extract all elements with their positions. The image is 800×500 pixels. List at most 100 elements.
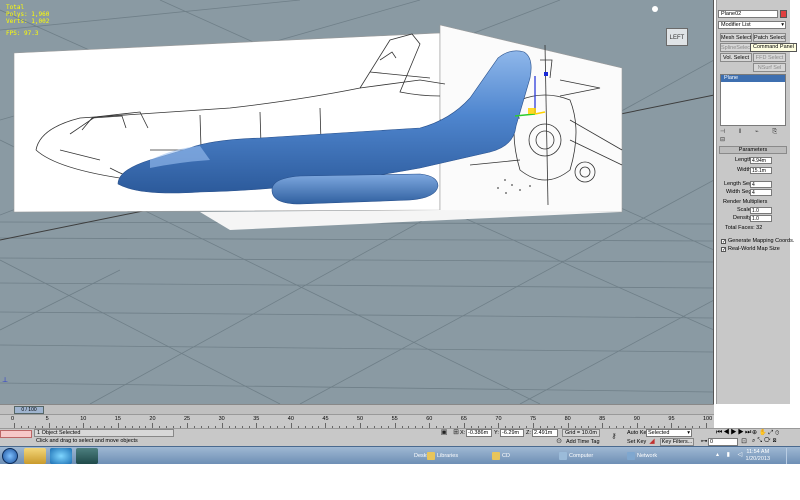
viewport-navigation-controls[interactable]: ⊕✋⤢⊙ ⌕⤡⟳⊠ <box>752 429 798 446</box>
modifier-list-label: Modifier List <box>721 22 751 28</box>
default-in-out-tangent-icon[interactable]: ◢ <box>648 438 656 446</box>
explorer-taskbar-button[interactable] <box>24 448 46 464</box>
real-world-map-checkbox[interactable]: ✓ <box>721 247 726 253</box>
track-tick-label: 40 <box>287 416 294 422</box>
spline-select-button[interactable]: SplineSelect <box>720 43 752 52</box>
track-tick-label: 20 <box>149 416 156 422</box>
track-tick-label: 10 <box>80 416 87 422</box>
ffd-select-button[interactable]: FFD Select <box>753 53 786 62</box>
toolbar-cd[interactable]: CD <box>490 449 510 463</box>
3dsmax-taskbar-button[interactable] <box>76 448 98 464</box>
lock-icon[interactable]: ▣ <box>440 429 448 437</box>
track-tick-label: 60 <box>426 416 433 422</box>
toolbar-computer[interactable]: Computer <box>557 449 593 463</box>
absolute-mode-icon[interactable]: ⊞ <box>452 429 460 437</box>
track-tick-label: 75 <box>530 416 537 422</box>
density-spinner[interactable]: 1.0 <box>750 215 772 222</box>
track-tick-label: 95 <box>668 416 675 422</box>
perspective-viewport[interactable]: Total Polys: 1,960 Verts: 1,002 FPS: 97.… <box>0 0 714 404</box>
viewport-scene[interactable] <box>0 0 714 404</box>
modifier-stack[interactable]: Plane <box>720 74 786 126</box>
track-tick-label: 5 <box>45 416 49 422</box>
object-color-swatch[interactable] <box>780 10 787 18</box>
track-tick-label: 15 <box>114 416 121 422</box>
toolbar-network[interactable]: Network <box>625 449 657 463</box>
system-clock[interactable]: 11:54 AM 1/20/2013 <box>746 449 770 463</box>
clock-date: 1/20/2013 <box>745 456 770 462</box>
render-multipliers-label: Render Multipliers <box>723 199 768 205</box>
mesh-select-button[interactable]: Mesh Select <box>720 33 752 42</box>
home-icon[interactable] <box>652 6 658 12</box>
vol-select-button[interactable]: Vol. Select <box>720 53 752 62</box>
time-tag-icon[interactable]: ⊙ <box>555 438 563 446</box>
key-icon[interactable]: ⚷ <box>610 433 618 441</box>
length-segs-spinner[interactable]: 4 <box>750 181 772 188</box>
time-slider-thumb[interactable]: 0 / 100 <box>14 406 44 414</box>
track-tick-label: 85 <box>599 416 606 422</box>
total-faces-readout: Total Faces: 32 <box>725 225 763 231</box>
track-tick-label: 90 <box>633 416 640 422</box>
viewport-stat-line: Polys: 1,960 <box>6 11 50 18</box>
add-time-tag[interactable]: Add Time Tag <box>566 439 600 446</box>
track-tick-label: 45 <box>322 416 329 422</box>
y-coordinate-field[interactable]: -6.29m <box>500 429 524 437</box>
y-label: Y: <box>494 430 499 436</box>
track-tick-label: 70 <box>495 416 502 422</box>
system-tray-icons[interactable]: ▴ ▮ ◁ <box>716 451 745 458</box>
track-tick-label: 30 <box>218 416 225 422</box>
show-desktop-button[interactable] <box>786 448 798 464</box>
generate-mapping-label: Generate Mapping Coords. <box>728 238 795 244</box>
key-mode-dropdown[interactable]: Selected ▾ <box>646 429 692 437</box>
track-tick-label: 100 <box>703 416 713 422</box>
stack-toolbar[interactable]: ⊣ ‖ ⌁ ⎘ ⊟ <box>720 128 786 143</box>
start-button[interactable] <box>2 448 18 464</box>
grid-size-readout: Grid = 10.0m <box>562 429 600 437</box>
stack-item-plane[interactable]: Plane <box>721 75 785 82</box>
track-tick-label: 25 <box>184 416 191 422</box>
status-bar: 1 Object Selected Click and drag to sele… <box>0 428 800 446</box>
viewcube-face-left[interactable]: LEFT <box>666 28 688 46</box>
key-filters-button[interactable]: Key Filters... <box>660 438 694 446</box>
windows-taskbar: Desktop Libraries CD Computer Network ▴ … <box>0 446 800 464</box>
network-icon <box>627 452 635 460</box>
viewport-stat-line: Verts: 1,002 <box>6 18 50 25</box>
z-coordinate-field[interactable]: 2.491m <box>532 429 558 437</box>
viewcube[interactable]: LEFT <box>660 24 690 50</box>
clock-time: 11:54 AM <box>746 449 770 455</box>
internet-explorer-taskbar-button[interactable] <box>50 448 72 464</box>
generate-mapping-checkbox[interactable]: ✓ <box>721 239 726 245</box>
axis-tripod-icon: ⊥ <box>2 377 9 384</box>
computer-icon <box>559 452 567 460</box>
time-slider[interactable]: 0 / 100 <box>0 404 714 414</box>
x-coordinate-field[interactable]: -0.386m <box>466 429 492 437</box>
set-key-button[interactable]: Set Key <box>627 439 646 446</box>
maxscript-listener-mini[interactable] <box>0 430 32 438</box>
real-world-map-label: Real-World Map Size <box>728 246 780 252</box>
patch-select-button[interactable]: Patch Select <box>753 33 786 42</box>
chevron-down-icon: ▾ <box>687 430 690 436</box>
viewport-stat-line: FPS: 97.3 <box>6 30 39 37</box>
track-tick-label: 55 <box>391 416 398 422</box>
command-panel-tooltip: Command Panel <box>750 43 797 52</box>
parameters-rollout-header[interactable]: Parameters <box>719 146 787 154</box>
track-tick-label: 65 <box>460 416 467 422</box>
z-label: Z: <box>526 430 531 436</box>
nsurf-sel-button[interactable]: NSurf Sel <box>753 63 786 72</box>
key-mode-value: Selected <box>648 430 670 436</box>
width-segs-spinner[interactable]: 4 <box>750 189 772 196</box>
key-mode-toggle-icon[interactable]: ⊶ <box>700 438 708 446</box>
length-spinner[interactable]: 4.94m <box>750 157 772 164</box>
playback-controls[interactable]: ⏮◀▶▶⏭ <box>716 429 756 437</box>
folder-icon <box>427 452 435 460</box>
x-label: X: <box>460 430 466 436</box>
track-bar[interactable]: 0 5 10 15 20 25 30 35 40 45 50 55 60 65 70 75 80 85 90 95 10… <box>0 414 714 428</box>
track-tick-label: 80 <box>564 416 571 422</box>
modifier-list-dropdown[interactable]: Modifier List ▾ <box>718 21 786 29</box>
current-frame-field[interactable]: 0 <box>708 438 738 446</box>
scale-spinner[interactable]: 1.0 <box>750 207 772 214</box>
width-spinner[interactable]: 15.1m <box>750 167 772 174</box>
object-name-field[interactable]: Plane02 <box>718 10 778 18</box>
toolbar-libraries[interactable]: Libraries <box>425 449 458 463</box>
selection-status: 1 Object Selected <box>34 429 174 437</box>
time-configuration-icon[interactable]: ⊡ <box>740 438 748 446</box>
